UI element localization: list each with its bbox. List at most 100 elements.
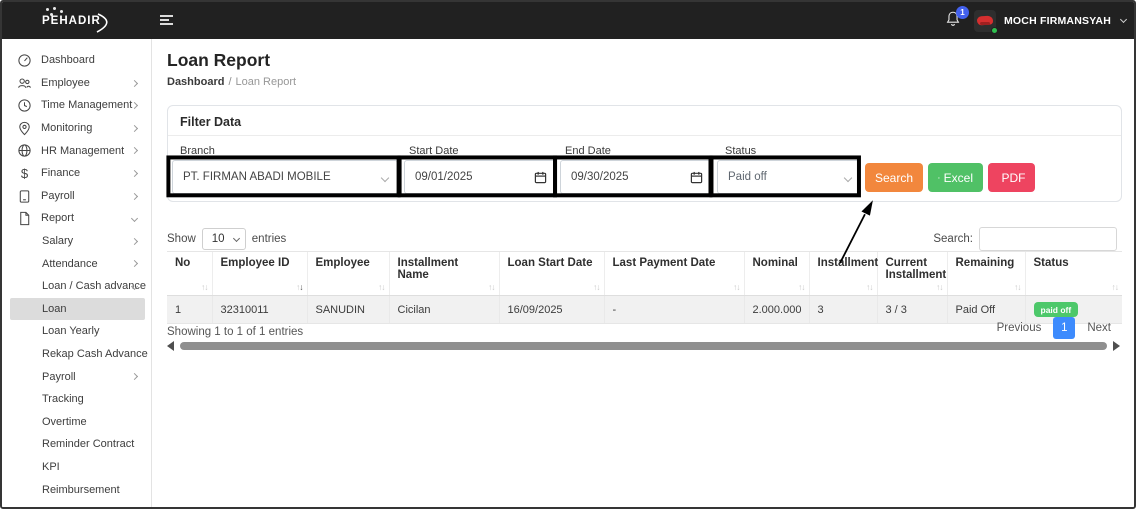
sidebar-item-report[interactable]: Report (2, 207, 151, 230)
table-search-control: Search: (933, 227, 1117, 251)
chevron-right-icon (130, 169, 139, 178)
cell-current-installment: 3 / 3 (876, 295, 947, 324)
sidebar-item-hr-management[interactable]: HR Management (2, 139, 151, 162)
sidebar-item-kpi[interactable]: KPI (2, 456, 151, 479)
cell-employee-id: 32310011 (211, 295, 307, 324)
scrollbar-thumb[interactable] (180, 341, 1107, 350)
user-menu[interactable]: MOCH FIRMANSYAH (1004, 15, 1111, 27)
notification-count-badge: 1 (955, 5, 969, 19)
chevron-right-icon (130, 373, 139, 381)
chevron-right-icon (130, 124, 139, 132)
brand-name: PEHADIR (42, 15, 101, 27)
status-select[interactable]: Paid off (717, 160, 861, 194)
pagination-page-1[interactable]: 1 (1053, 317, 1076, 339)
ledger-icon (19, 189, 30, 203)
main-content: Loan Report Dashboard / Loan Report Filter… (153, 39, 1134, 507)
select-caret-icon (232, 234, 240, 243)
search-button[interactable]: Search (865, 163, 923, 192)
scroll-right-arrow-icon[interactable] (1113, 341, 1120, 351)
chevron-right-icon (130, 237, 139, 245)
avatar[interactable] (973, 9, 998, 34)
logo-swoosh (96, 13, 108, 33)
sidebar-item-rekap-cash-advance[interactable]: Rekap Cash Advance (2, 343, 151, 366)
page-size-select[interactable]: 10 (201, 228, 246, 250)
sort-icon: ↑↓ (378, 282, 386, 292)
sidebar-item-salary[interactable]: Salary (2, 230, 151, 253)
calendar-icon (534, 171, 547, 184)
col-header-installment[interactable]: Installment ↑↓ (808, 251, 878, 296)
col-header-remaining[interactable]: Remaining ↑↓ (946, 251, 1025, 296)
breadcrumb: Dashboard / Loan Report (167, 76, 297, 88)
sidebar-toggle-icon[interactable] (160, 15, 176, 27)
sort-icon: ↑↓ (296, 282, 304, 292)
col-header-nominal[interactable]: Nominal ↑↓ (743, 251, 809, 296)
cell-nominal: 2.000.000 (743, 295, 809, 324)
select-caret-icon (380, 173, 390, 183)
sidebar-item-loan-cash-advance[interactable]: Loan / Cash advance (2, 275, 151, 298)
col-header-no[interactable]: No ↑↓ (167, 251, 212, 296)
sidebar-item-attendance[interactable]: Attendance (2, 252, 151, 275)
dollar-icon: $ (21, 166, 29, 181)
sidebar-item-overtime[interactable]: Overtime (2, 411, 151, 434)
end-date-label: End Date (565, 145, 611, 157)
globe-icon (18, 144, 31, 158)
pagination-previous[interactable]: Previous (991, 318, 1048, 338)
clock-icon (18, 99, 31, 112)
pagination-next[interactable]: Next (1081, 318, 1117, 338)
sidebar-item-tracking[interactable]: Tracking (2, 388, 151, 411)
sort-icon: ↑↓ (593, 282, 601, 292)
table-row: 1 32310011 SANUDIN Cicilan 16/09/2025 - … (167, 295, 1122, 324)
scroll-left-arrow-icon[interactable] (167, 341, 174, 351)
notifications-button[interactable]: 1 (944, 5, 969, 33)
sidebar-item-loan-yearly[interactable]: Loan Yearly (2, 320, 151, 343)
breadcrumb-dashboard-link[interactable]: Dashboard (167, 76, 224, 88)
chevron-right-icon (130, 79, 139, 87)
dashboard-gauge-icon (18, 54, 31, 67)
topbar: PEHADIR 1 MOCH FIRMANSYAH (2, 2, 1134, 39)
document-icon (20, 212, 30, 226)
excel-export-button[interactable]: Excel (928, 163, 983, 192)
chevron-right-icon (130, 147, 139, 155)
col-header-installment-name[interactable]: Installment Name ↑↓ (388, 251, 499, 296)
brand-logo[interactable]: PEHADIR (28, 6, 138, 36)
start-date-input[interactable]: 09/01/2025 (404, 160, 556, 194)
branch-label: Branch (180, 145, 215, 157)
start-date-label: Start Date (409, 145, 459, 157)
page-title: Loan Report (167, 50, 271, 70)
sidebar-item-time-management[interactable]: Time Management (2, 94, 151, 117)
col-header-last-payment-date[interactable]: Last Payment Date ↑↓ (603, 251, 744, 296)
sidebar-item-dashboard[interactable]: Dashboard (2, 49, 151, 72)
sidebar-item-loan[interactable]: Loan (10, 297, 145, 321)
branch-select[interactable]: PT. FIRMAN ABADI MOBILE (172, 160, 398, 194)
sort-icon: ↑↓ (936, 282, 944, 292)
pdf-export-button[interactable]: PDF (988, 163, 1035, 192)
app-window: PEHADIR 1 MOCH FIRMANSYAH Dashboard Empl… (0, 0, 1136, 509)
chevron-down-icon (1119, 15, 1128, 24)
breadcrumb-current: Loan Report (235, 76, 297, 88)
sidebar: Dashboard Employee Time Management Monit… (2, 39, 152, 507)
sidebar-item-employee[interactable]: Employee (2, 72, 151, 95)
sort-icon: ↑↓ (733, 282, 741, 292)
end-date-input[interactable]: 09/30/2025 (560, 160, 712, 194)
col-header-status[interactable]: Status ↑↓ (1024, 251, 1122, 296)
sort-icon: ↑↓ (1111, 282, 1120, 292)
sidebar-item-monitoring[interactable]: Monitoring (2, 117, 151, 140)
loan-report-table: No ↑↓ Employee ID ↑↓ Employee ↑↓ Installmen… (167, 251, 1122, 324)
cell-installment: 3 (808, 295, 877, 324)
sort-icon: ↑↓ (488, 282, 496, 292)
sidebar-item-payroll[interactable]: Payroll (2, 185, 151, 208)
cell-last-payment-date: - (603, 295, 744, 324)
chevron-down-icon (130, 215, 139, 223)
sidebar-item-payroll-report[interactable]: Payroll (2, 365, 151, 388)
col-header-employee[interactable]: Employee ↑↓ (306, 251, 389, 296)
table-search-input[interactable] (979, 227, 1117, 251)
sidebar-item-finance[interactable]: $ Finance (2, 162, 151, 185)
col-header-current-installment[interactable]: Current Installment ↑↓ (876, 251, 947, 296)
col-header-loan-start-date[interactable]: Loan Start Date ↑↓ (498, 251, 604, 296)
sidebar-item-reimbursement[interactable]: Reimbursement (2, 478, 151, 501)
sidebar-item-reminder-contract[interactable]: Reminder Contract (2, 433, 151, 456)
cell-employee: SANUDIN (306, 295, 389, 324)
sort-icon: ↑↓ (201, 282, 209, 292)
col-header-employee-id[interactable]: Employee ID ↑↓ (211, 251, 307, 296)
horizontal-scrollbar (167, 340, 1120, 351)
